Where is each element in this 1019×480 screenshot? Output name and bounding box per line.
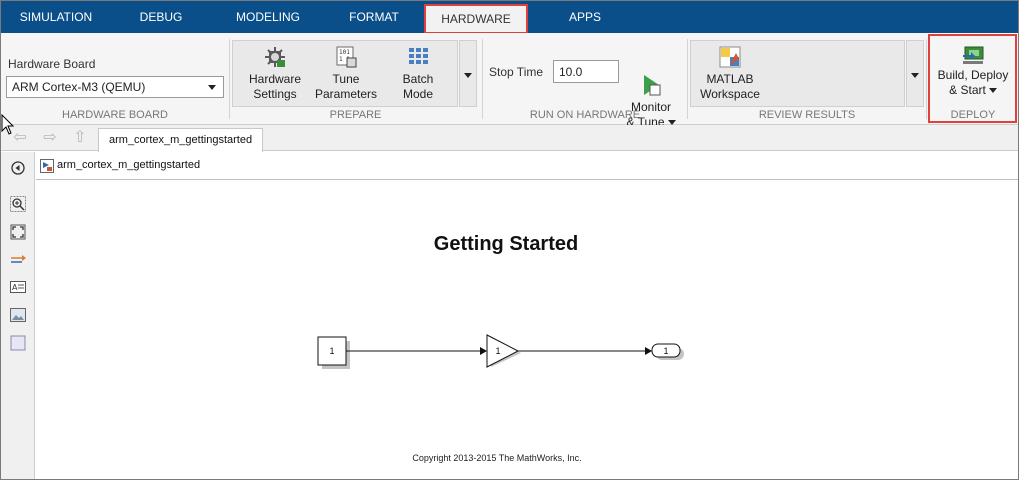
svg-text:A: A (12, 283, 18, 292)
model-icon (40, 159, 54, 173)
gain-label: 1 (495, 346, 500, 356)
outport-block[interactable]: 1 (651, 343, 684, 360)
model-tab[interactable]: arm_cortex_m_gettingstarted (98, 128, 264, 152)
tab-apps[interactable]: APPS (551, 1, 619, 33)
hardware-board-dropdown[interactable]: ARM Cortex-M3 (QEMU) (6, 76, 224, 98)
gear-chip-icon (265, 47, 285, 67)
inport-block[interactable]: 1 (317, 336, 350, 369)
zoom-icon[interactable] (10, 196, 26, 212)
inport-label: 1 (329, 346, 334, 356)
signal-line-icon[interactable] (10, 252, 26, 268)
chevron-down-icon (208, 85, 216, 90)
hardware-board-value: ARM Cortex-M3 (QEMU) (12, 80, 146, 94)
batch-mode-button[interactable]: Batch Mode (384, 45, 452, 102)
forward-arrow-icon[interactable]: ⇨ (41, 129, 59, 147)
batch-mode-line1: Batch (402, 72, 434, 86)
play-monitor-icon (644, 75, 661, 96)
hardware-board-label: Hardware Board (8, 57, 96, 71)
review-results-expand-button[interactable] (906, 40, 924, 107)
tab-format[interactable]: FORMAT (335, 1, 413, 33)
tune-parameters-line1: Tune (332, 72, 360, 86)
tune-parameters-button[interactable]: 101 1 0 Tune Parameters (312, 45, 380, 102)
monitor-tune-line1: Monitor (630, 100, 671, 114)
matlab-workspace-button[interactable]: MATLAB Workspace (696, 45, 764, 102)
area-icon[interactable] (10, 335, 26, 351)
review-results-section: MATLAB Workspace REVIEW RESULTS (688, 37, 926, 123)
tab-modeling[interactable]: MODELING (223, 1, 313, 33)
hide-show-browser-icon[interactable] (10, 160, 26, 176)
hardware-settings-line1: Hardware (248, 72, 302, 86)
copyright-annotation: Copyright 2013-2015 The MathWorks, Inc. (412, 453, 582, 463)
hardware-board-section: Hardware Board ARM Cortex-M3 (QEMU) HARD… (1, 37, 229, 123)
breadcrumb-model-name[interactable]: arm_cortex_m_gettingstarted (57, 159, 200, 171)
hardware-board-section-title: HARDWARE BOARD (62, 109, 168, 121)
left-palette-toolbar: A (1, 152, 35, 479)
signal-line[interactable] (518, 347, 652, 355)
stop-time-input[interactable] (553, 60, 619, 83)
image-icon[interactable] (10, 307, 26, 323)
stop-time-label: Stop Time (489, 65, 544, 79)
tab-debug[interactable]: DEBUG (123, 1, 199, 33)
model-canvas[interactable]: Getting Started 1 1 1 Copyright 2013-201… (36, 181, 1018, 479)
prepare-section: Hardware Settings 101 1 0 Tune Parameter… (230, 37, 481, 123)
breadcrumb: arm_cortex_m_gettingstarted (36, 152, 1018, 180)
matlab-workspace-line2: Workspace (700, 87, 760, 101)
annotation-icon[interactable]: A (10, 279, 26, 295)
deploy-highlight-box (928, 34, 1017, 123)
matlab-workspace-line1: MATLAB (706, 72, 754, 86)
fit-to-view-icon[interactable] (10, 224, 26, 240)
tune-parameters-icon: 101 1 0 (336, 46, 357, 68)
ribbon: Hardware Board ARM Cortex-M3 (QEMU) HARD… (1, 33, 1018, 129)
tune-parameters-line2: Parameters (314, 87, 378, 101)
review-results-section-title: REVIEW RESULTS (758, 109, 856, 121)
signal-line[interactable] (346, 347, 487, 355)
gain-block[interactable]: 1 (486, 334, 521, 368)
tab-simulation[interactable]: SIMULATION (9, 1, 103, 33)
outport-label: 1 (663, 346, 668, 356)
navigation-bar: ⇦ ⇨ ⇧ arm_cortex_m_gettingstarted (1, 125, 1018, 152)
block-diagram: 1 1 1 (317, 334, 684, 369)
prepare-expand-button[interactable] (459, 40, 477, 107)
chevron-down-icon (464, 73, 472, 78)
up-arrow-icon[interactable]: ⇧ (71, 129, 89, 147)
workspace-icon (719, 46, 741, 68)
mouse-cursor-icon (1, 114, 15, 135)
grid-icon (409, 48, 428, 64)
ribbon-tab-strip: SIMULATION DEBUG MODELING FORMAT HARDWAR… (1, 1, 1018, 34)
simulink-window: SIMULATION DEBUG MODELING FORMAT HARDWAR… (0, 0, 1019, 480)
section-divider (926, 39, 927, 119)
prepare-section-title: PREPARE (329, 109, 382, 121)
hardware-settings-line2: Settings (253, 87, 297, 101)
batch-mode-line2: Mode (402, 87, 434, 101)
monitor-tune-button[interactable]: Monitor & Tune (621, 73, 681, 130)
tab-hardware[interactable]: HARDWARE (424, 4, 528, 34)
chevron-down-icon (911, 73, 919, 78)
hardware-settings-button[interactable]: Hardware Settings (238, 45, 312, 102)
svg-text:101: 101 (339, 49, 350, 56)
